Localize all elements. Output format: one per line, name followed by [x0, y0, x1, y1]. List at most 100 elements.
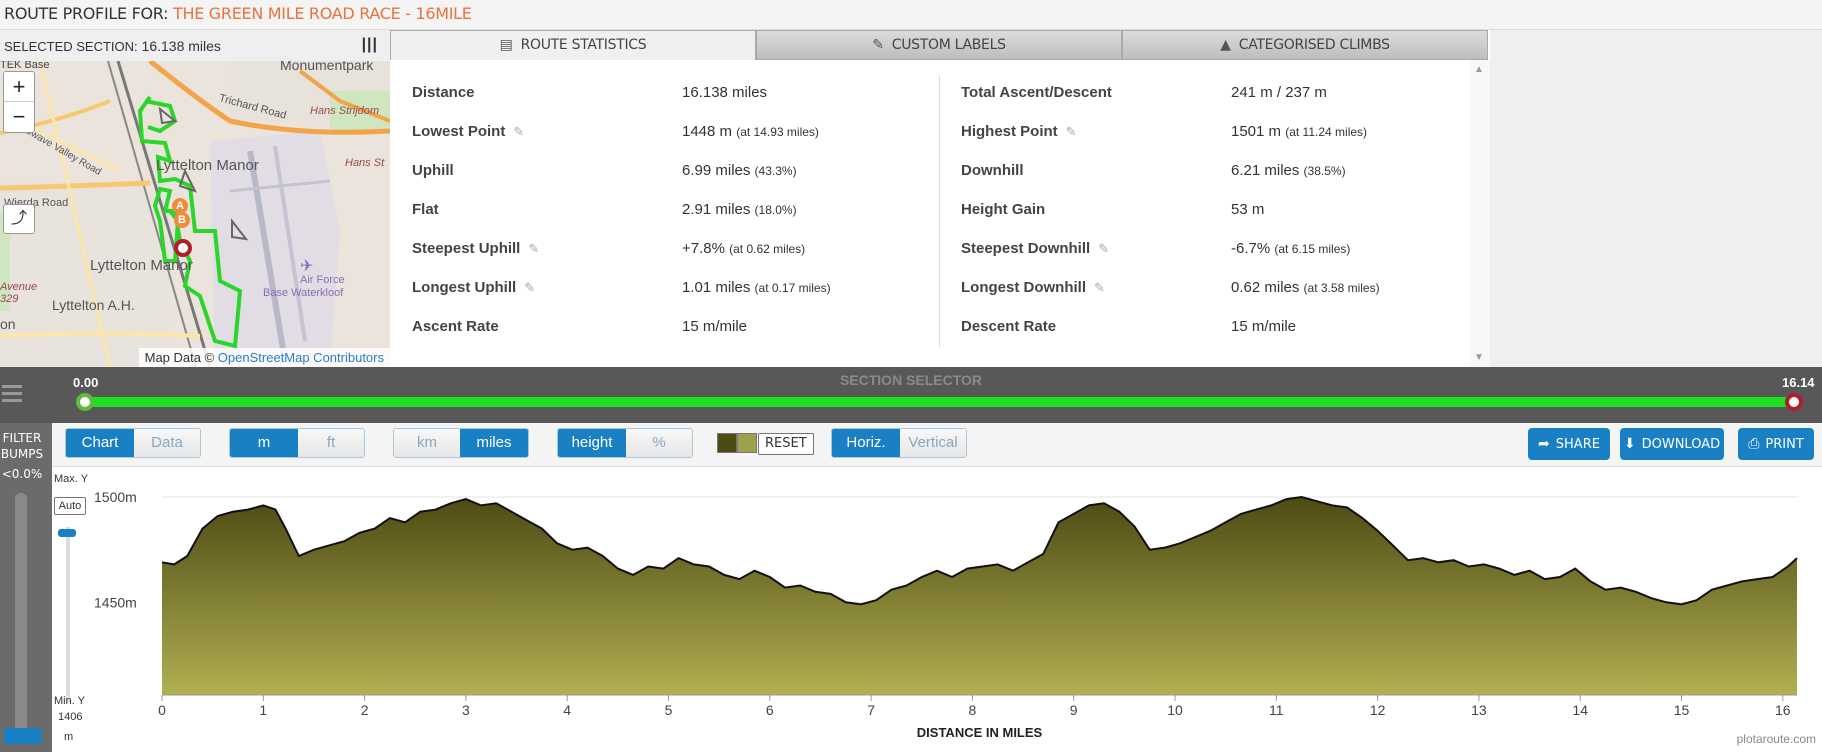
marker-b-icon[interactable]: B: [174, 212, 190, 228]
route-tool-icon[interactable]: ⤴: [3, 204, 35, 234]
x-tick-label: 1: [259, 702, 267, 718]
zoom-in-button[interactable]: +: [4, 72, 34, 102]
elevation-chart[interactable]: 1500m1450m0 1 2 3 4 5 6 7 8 9 10 11 12 13 14 15 16DISTAN…: [52, 467, 1822, 752]
stat-value: 1501 m (at 11.24 miles): [1231, 123, 1367, 140]
x-tick-label: 13: [1471, 702, 1487, 718]
map-label: Air Force: [300, 274, 345, 286]
elevation-area: [162, 497, 1797, 695]
chart-button[interactable]: Chart: [66, 429, 134, 457]
pencil-icon: ✎: [872, 37, 884, 53]
stat-value: 1.01 miles (at 0.17 miles): [682, 279, 831, 296]
x-tick-label: 0: [158, 702, 166, 718]
stat-name-text: Highest Point: [961, 123, 1058, 140]
zoom-control: + −: [3, 71, 35, 133]
scroll-up-icon[interactable]: ▲: [1474, 64, 1484, 75]
x-tick-label: 3: [462, 702, 470, 718]
meters-button[interactable]: m: [230, 429, 298, 457]
route-map[interactable]: ✈ A B TEK Base Monumentpark Trichard Roa…: [0, 61, 390, 367]
section-start-handle[interactable]: [76, 393, 94, 411]
stats-scrollbar[interactable]: ▲ ▼: [1470, 60, 1490, 367]
selected-section-value: 16.138 miles: [141, 38, 221, 54]
horizontal-button[interactable]: Horiz.: [832, 429, 900, 457]
edit-pencil-icon[interactable]: ✎: [513, 124, 524, 139]
edit-pencil-icon[interactable]: ✎: [1066, 124, 1077, 139]
download-button[interactable]: ⬇ DOWNLOAD: [1620, 428, 1724, 460]
filter-label-line1: FILTER: [2, 431, 42, 445]
print-button[interactable]: ⎙ PRINT: [1738, 428, 1814, 460]
map-label: Lyttelton Manor: [90, 257, 193, 274]
stat-value: 53 m: [1231, 201, 1264, 218]
stat-value: 241 m / 237 m: [1231, 84, 1327, 101]
stat-value-text: 15 m/mile: [682, 318, 748, 335]
tab-custom-labels[interactable]: ✎ CUSTOM LABELS: [756, 30, 1122, 60]
share-button[interactable]: ➦ SHARE: [1528, 428, 1610, 460]
map-label: TEK Base: [0, 61, 50, 71]
section-range-track[interactable]: [84, 397, 1796, 407]
tab-route-statistics[interactable]: ▤ ROUTE STATISTICS: [390, 30, 756, 60]
x-tick-label: 2: [361, 702, 369, 718]
stat-value: 16.138 miles: [682, 84, 767, 101]
percent-button[interactable]: %: [626, 429, 692, 457]
columns-icon[interactable]: |||: [362, 36, 378, 54]
section-selector: SECTION SELECTOR 0.00 16.14: [0, 367, 1822, 423]
stat-name-text: Descent Rate: [961, 318, 1057, 335]
km-button[interactable]: km: [394, 429, 460, 457]
x-tick-label: 10: [1167, 702, 1183, 718]
stat-value: 0.62 miles (at 3.58 miles): [1231, 279, 1380, 296]
mountain-icon: ▲: [1220, 37, 1231, 53]
stat-name: Longest Uphill ✎: [412, 279, 535, 296]
site-credit: plotaroute.com: [1736, 732, 1816, 746]
data-button[interactable]: Data: [134, 429, 200, 457]
stat-value: 6.99 miles (43.3%): [682, 162, 797, 179]
stat-name: Highest Point ✎: [961, 123, 1077, 140]
stat-name-text: Downhill: [961, 162, 1024, 179]
elevation-chart-area: Max. Y Auto Min. Y 1406 m 1500m 1450m 0 1 2 3…: [52, 467, 1822, 752]
stat-value: 1448 m (at 14.93 miles): [682, 123, 819, 140]
filter-slider-track[interactable]: [15, 493, 27, 743]
reset-colors-button[interactable]: RESET: [758, 433, 814, 455]
map-label: on: [0, 316, 16, 332]
filter-slider-handle[interactable]: [4, 728, 42, 744]
stat-name: Descent Rate: [961, 318, 1056, 335]
stat-name-text: Longest Uphill: [412, 279, 517, 296]
stat-name-text: Lowest Point: [412, 123, 506, 140]
stat-name: Ascent Rate: [412, 318, 499, 335]
fill-color-light-swatch[interactable]: [737, 433, 757, 453]
title-label: ROUTE PROFILE FOR:: [4, 4, 169, 23]
tab-categorised-climbs[interactable]: ▲ CATEGORISED CLIMBS: [1122, 30, 1488, 60]
y-tick-label: 1500m: [94, 489, 137, 505]
fill-color-dark-swatch[interactable]: [717, 433, 737, 453]
stat-name: Downhill: [961, 162, 1024, 179]
stat-name-text: Uphill: [412, 162, 454, 179]
edit-pencil-icon[interactable]: ✎: [1094, 280, 1105, 295]
stat-value-detail: (at 0.17 miles): [754, 281, 831, 295]
menu-icon[interactable]: [2, 385, 22, 405]
edit-pencil-icon[interactable]: ✎: [528, 241, 539, 256]
route-profile-page: { "title": { "label": "ROUTE PROFILE FOR…: [0, 0, 1822, 752]
end-marker-icon[interactable]: [174, 239, 192, 257]
filter-value: <0.0%: [1, 467, 43, 481]
zoom-out-button[interactable]: −: [4, 102, 34, 132]
filter-bumps-panel: FILTER BUMPS <0.0%: [0, 423, 52, 752]
map-label: Lyttelton A.H.: [52, 297, 135, 313]
stat-value-detail: (at 14.93 miles): [736, 125, 819, 139]
miles-button[interactable]: miles: [460, 429, 528, 457]
share-label: SHARE: [1555, 437, 1600, 452]
section-end-handle[interactable]: [1785, 393, 1803, 411]
chart-data-toggle: Chart Data: [65, 428, 201, 458]
edit-pencil-icon[interactable]: ✎: [524, 280, 535, 295]
section-selector-caption: SECTION SELECTOR: [839, 372, 983, 388]
stat-name-text: Steepest Downhill: [961, 240, 1091, 257]
stat-value-text: 16.138 miles: [682, 84, 768, 101]
selected-section-header: SELECTED SECTION: 16.138 miles |||: [0, 30, 390, 61]
vertical-button[interactable]: Vertical: [900, 429, 966, 457]
stat-name-text: Longest Downhill: [961, 279, 1086, 296]
download-label: DOWNLOAD: [1641, 437, 1721, 452]
stat-value-text: 6.99 miles: [682, 162, 751, 179]
edit-pencil-icon[interactable]: ✎: [1098, 241, 1109, 256]
osm-link[interactable]: OpenStreetMap Contributors: [218, 350, 384, 365]
height-button[interactable]: height: [558, 429, 626, 457]
feet-button[interactable]: ft: [298, 429, 364, 457]
map-label: 329: [0, 293, 19, 305]
scroll-down-icon[interactable]: ▼: [1474, 352, 1484, 363]
